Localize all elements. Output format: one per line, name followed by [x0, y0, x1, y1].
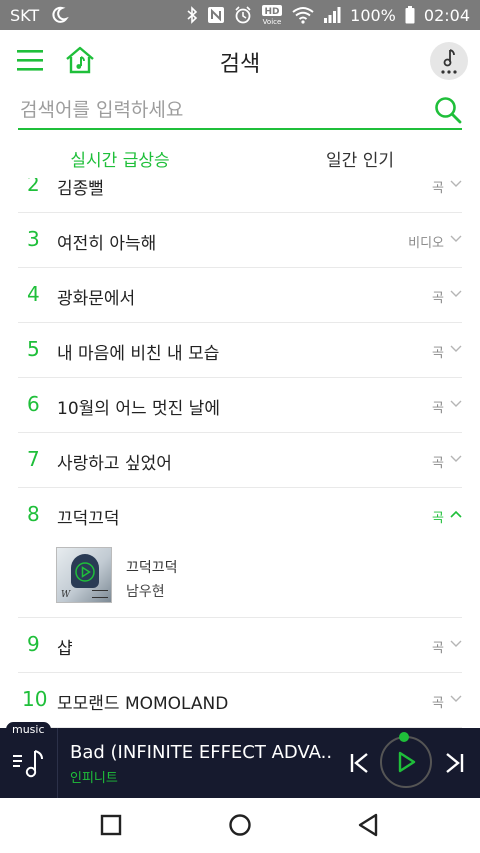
item-type: 곡	[432, 346, 444, 361]
item-title: 모모랜드 MOMOLAND	[57, 694, 229, 714]
nfc-icon	[207, 6, 225, 24]
item-title: 광화문에서	[57, 289, 136, 309]
album-barcode	[92, 590, 108, 598]
item-title: 여전히 아늑해	[57, 234, 157, 254]
tab-daily-popular[interactable]: 일간 인기	[240, 138, 480, 178]
back-icon[interactable]	[356, 812, 382, 838]
expanded-artist-name[interactable]: 남우현	[126, 581, 165, 601]
item-type: 곡	[432, 511, 444, 526]
rank-number: 7	[27, 447, 40, 471]
search-bar	[18, 92, 462, 130]
rank-number: 6	[27, 392, 40, 416]
progress-indicator-dot	[399, 732, 409, 742]
tab-realtime-rising[interactable]: 실시간 급상승	[0, 138, 240, 178]
moon-notification-icon	[49, 6, 69, 24]
list-item[interactable]: 4 광화문에서 곡	[18, 268, 462, 323]
list-item[interactable]: 10 모모랜드 MOMOLAND 곡	[18, 673, 462, 728]
item-type: 비디오	[408, 236, 444, 251]
rank-number: 9	[27, 632, 40, 656]
list-item[interactable]: 2 김종뻘 곡	[18, 178, 462, 213]
chevron-down-icon[interactable]	[450, 180, 462, 188]
rank-number: 5	[27, 337, 40, 361]
music-tag: music	[6, 722, 51, 737]
item-title: 내 마음에 비친 내 모습	[57, 344, 220, 364]
svg-text:Voice: Voice	[263, 18, 282, 25]
chevron-down-icon[interactable]	[450, 235, 462, 243]
chevron-up-icon[interactable]	[450, 510, 462, 518]
now-playing-artist[interactable]: 인피니트	[70, 767, 118, 786]
previous-track-icon[interactable]	[348, 751, 370, 775]
item-type: 곡	[432, 641, 444, 656]
item-title: 김종뻘	[57, 179, 104, 199]
list-item[interactable]: 5 내 마음에 비친 내 모습 곡	[18, 323, 462, 378]
battery-icon	[405, 6, 415, 24]
rank-number: 2	[27, 178, 40, 196]
play-icon[interactable]	[75, 562, 95, 582]
playlist-note-icon	[12, 750, 43, 778]
expanded-song-title[interactable]: 끄덕끄덕	[126, 557, 178, 577]
home-icon[interactable]	[227, 812, 253, 838]
item-type: 곡	[432, 401, 444, 416]
item-title: 사랑하고 싶었어	[57, 454, 172, 474]
status-bar: SKT HD Voice 100% 02:04	[0, 0, 480, 30]
item-title: 10월의 어느 멋진 날에	[57, 399, 220, 419]
search-input[interactable]	[20, 96, 420, 124]
item-type: 곡	[432, 181, 444, 196]
signal-icon	[323, 6, 341, 24]
item-type: 곡	[432, 696, 444, 711]
item-type: 곡	[432, 456, 444, 471]
item-title: 끄덕끄덕	[57, 509, 120, 529]
now-playing-title[interactable]: Bad (INFINITE EFFECT ADVA...	[70, 742, 332, 763]
chevron-down-icon[interactable]	[450, 290, 462, 298]
expanded-detail: W 끄덕끄덕 남우현	[18, 533, 462, 618]
hd-label: HD	[265, 7, 280, 17]
carrier-label: SKT	[10, 5, 40, 25]
wifi-icon	[292, 6, 314, 24]
page-title: 검색	[219, 52, 261, 77]
music-note-button[interactable]	[430, 42, 468, 80]
chevron-down-icon[interactable]	[450, 345, 462, 353]
chevron-down-icon[interactable]	[450, 455, 462, 463]
chevron-down-icon[interactable]	[450, 400, 462, 408]
ranking-list: 2 김종뻘 곡 3 여전히 아늑해 비디오 4 광화문에서 곡 5 내 마음에 …	[0, 178, 480, 728]
app-header: 검색	[0, 30, 480, 92]
tab-bar: 실시간 급상승 일간 인기	[0, 138, 480, 178]
item-title: 샵	[57, 639, 73, 659]
rank-number: 10	[22, 687, 48, 711]
search-icon[interactable]	[434, 96, 462, 124]
rank-number: 4	[27, 282, 40, 306]
playlist-button[interactable]	[0, 728, 58, 798]
rank-number: 3	[27, 227, 40, 251]
clock: 02:04	[423, 5, 470, 25]
bluetooth-icon	[186, 6, 198, 24]
album-thumbnail[interactable]: W	[56, 547, 112, 603]
list-item[interactable]: 3 여전히 아늑해 비디오	[18, 213, 462, 268]
play-icon	[398, 751, 416, 773]
music-note-icon	[441, 49, 457, 74]
alarm-icon	[234, 6, 252, 24]
album-letter: W	[61, 590, 71, 600]
rank-number: 8	[27, 502, 40, 526]
chevron-down-icon[interactable]	[450, 640, 462, 648]
mini-player: music Bad (INFINITE EFFECT ADVA... 인피니트	[0, 722, 480, 798]
battery-percent: 100%	[350, 5, 396, 25]
list-item[interactable]: 9 샵 곡	[18, 618, 462, 673]
chevron-down-icon[interactable]	[450, 695, 462, 703]
recent-apps-icon[interactable]	[98, 812, 124, 838]
system-nav-bar	[0, 798, 480, 853]
next-track-icon[interactable]	[444, 751, 466, 775]
list-item[interactable]: 6 10월의 어느 멋진 날에 곡	[18, 378, 462, 433]
hd-voice-icon: HD Voice	[261, 5, 283, 25]
list-item[interactable]: 7 사랑하고 싶었어 곡	[18, 433, 462, 488]
play-button[interactable]	[380, 736, 432, 788]
item-type: 곡	[432, 291, 444, 306]
